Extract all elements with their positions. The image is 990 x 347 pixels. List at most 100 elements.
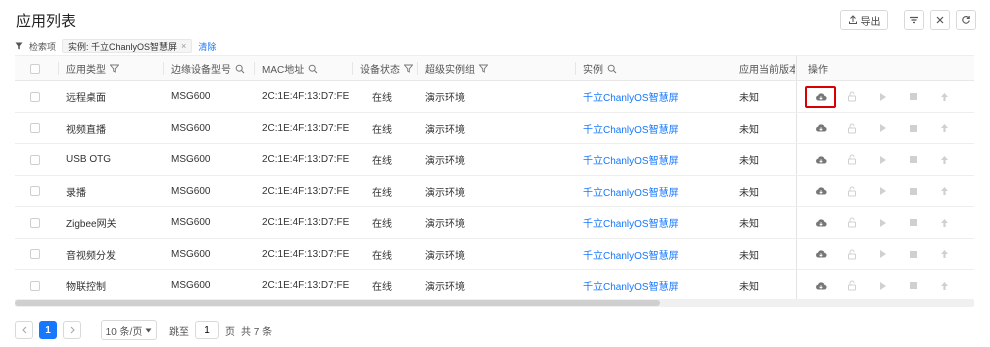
cloud-download-icon xyxy=(815,218,827,227)
refresh-button[interactable] xyxy=(956,10,976,30)
chevron-left-icon xyxy=(21,326,26,334)
cell-version: 未知 xyxy=(739,187,759,199)
col-type: 应用类型 xyxy=(66,65,106,76)
download-button[interactable] xyxy=(805,244,836,264)
unlock-button[interactable] xyxy=(836,276,867,296)
col-status: 设备状态 xyxy=(360,65,400,76)
filter-icon[interactable] xyxy=(404,64,413,73)
cell-type: 音视频分发 xyxy=(66,250,116,262)
stop-button[interactable] xyxy=(898,118,929,138)
unlock-button[interactable] xyxy=(836,181,867,201)
stop-button[interactable] xyxy=(898,244,929,264)
row-checkbox[interactable] xyxy=(30,154,40,165)
filter-tag[interactable]: 实例: 千立ChanlyOS智慧屏 × xyxy=(62,39,193,53)
export-label: 导出 xyxy=(860,16,881,28)
horizontal-scrollbar[interactable] xyxy=(15,299,974,307)
cell-instance-link[interactable]: 千立ChanlyOS智慧屏 xyxy=(583,81,679,112)
total-count: 共 7 条 xyxy=(241,326,273,338)
next-page-button[interactable] xyxy=(63,321,81,339)
cell-mac: 2C:1E:4F:13:D7:FE xyxy=(262,185,350,197)
arrow-up-icon xyxy=(941,155,948,164)
download-button[interactable] xyxy=(805,85,836,108)
cell-model: MSG600 xyxy=(171,217,211,228)
search-icon[interactable] xyxy=(235,64,245,74)
unlock-button[interactable] xyxy=(836,87,867,107)
row-checkbox[interactable] xyxy=(30,249,40,259)
start-button[interactable] xyxy=(867,244,898,264)
col-mac: MAC地址 xyxy=(262,65,305,76)
cell-type: Zigbee网关 xyxy=(66,219,117,230)
start-button[interactable] xyxy=(867,118,898,138)
stop-button[interactable] xyxy=(898,87,929,107)
close-button[interactable] xyxy=(930,10,950,30)
prev-page-button[interactable] xyxy=(15,321,33,339)
clear-filters-link[interactable]: 清除 xyxy=(198,40,216,53)
stop-button[interactable] xyxy=(898,213,929,233)
stop-icon xyxy=(910,250,917,258)
upgrade-button[interactable] xyxy=(929,150,960,170)
cell-instance-link[interactable]: 千立ChanlyOS智慧屏 xyxy=(583,176,679,207)
upgrade-button[interactable] xyxy=(929,244,960,264)
cell-group: 演示环境 xyxy=(425,156,465,167)
start-button[interactable] xyxy=(867,276,898,296)
goto-page-input[interactable] xyxy=(195,321,219,339)
upgrade-button[interactable] xyxy=(929,276,960,296)
page-button-current[interactable]: 1 xyxy=(39,321,57,339)
upgrade-button[interactable] xyxy=(929,118,960,138)
row-checkbox[interactable] xyxy=(30,91,40,102)
cell-instance-link[interactable]: 千立ChanlyOS智慧屏 xyxy=(583,113,679,144)
search-icon[interactable] xyxy=(308,64,318,74)
table-row: 录播 MSG600 2C:1E:4F:13:D7:FE 在线 演示环境 千立ChanlyO… xyxy=(15,175,974,207)
unlock-button[interactable] xyxy=(836,244,867,264)
search-icon[interactable] xyxy=(607,64,617,74)
unlock-button[interactable] xyxy=(836,150,867,170)
cell-instance-link[interactable]: 千立ChanlyOS智慧屏 xyxy=(583,207,679,238)
select-all-checkbox[interactable] xyxy=(30,63,40,74)
play-icon xyxy=(880,250,886,258)
filter-button[interactable] xyxy=(904,10,924,30)
row-actions xyxy=(805,81,960,112)
export-button[interactable]: 导出 xyxy=(840,10,888,30)
cell-version: 未知 xyxy=(739,124,759,136)
cell-version: 未知 xyxy=(739,93,759,104)
cell-type: 视频直播 xyxy=(66,124,106,136)
page-size-select[interactable]: 10 条/页 xyxy=(101,320,157,340)
stop-button[interactable] xyxy=(898,276,929,296)
filter-icon[interactable] xyxy=(110,64,119,73)
start-button[interactable] xyxy=(867,213,898,233)
row-checkbox[interactable] xyxy=(30,123,40,133)
cell-instance-link[interactable]: 千立ChanlyOS智慧屏 xyxy=(583,144,679,175)
unlock-icon xyxy=(847,186,856,196)
cell-model: MSG600 xyxy=(171,154,211,165)
scrollbar-thumb[interactable] xyxy=(15,300,660,306)
stop-button[interactable] xyxy=(898,150,929,170)
upgrade-button[interactable] xyxy=(929,181,960,201)
download-button[interactable] xyxy=(805,181,836,201)
download-button[interactable] xyxy=(805,213,836,233)
download-button[interactable] xyxy=(805,150,836,170)
unlock-icon xyxy=(847,280,856,291)
ops-column-divider xyxy=(796,238,797,269)
close-icon[interactable]: × xyxy=(181,41,186,51)
row-actions xyxy=(805,239,960,270)
start-button[interactable] xyxy=(867,87,898,107)
stop-button[interactable] xyxy=(898,181,929,201)
download-button[interactable] xyxy=(805,276,836,296)
row-checkbox[interactable] xyxy=(30,280,40,291)
start-button[interactable] xyxy=(867,181,898,201)
cell-mac: 2C:1E:4F:13:D7:FE xyxy=(262,122,350,134)
download-button[interactable] xyxy=(805,118,836,138)
cell-group: 演示环境 xyxy=(425,93,465,104)
cell-instance-link[interactable]: 千立ChanlyOS智慧屏 xyxy=(583,270,679,301)
start-button[interactable] xyxy=(867,150,898,170)
cell-group: 演示环境 xyxy=(425,187,465,199)
filter-icon[interactable] xyxy=(479,64,488,73)
row-actions xyxy=(805,176,960,207)
cell-instance-link[interactable]: 千立ChanlyOS智慧屏 xyxy=(583,239,679,270)
row-checkbox[interactable] xyxy=(30,186,40,196)
unlock-button[interactable] xyxy=(836,118,867,138)
upgrade-button[interactable] xyxy=(929,213,960,233)
upgrade-button[interactable] xyxy=(929,87,960,107)
unlock-button[interactable] xyxy=(836,213,867,233)
row-checkbox[interactable] xyxy=(30,217,40,228)
